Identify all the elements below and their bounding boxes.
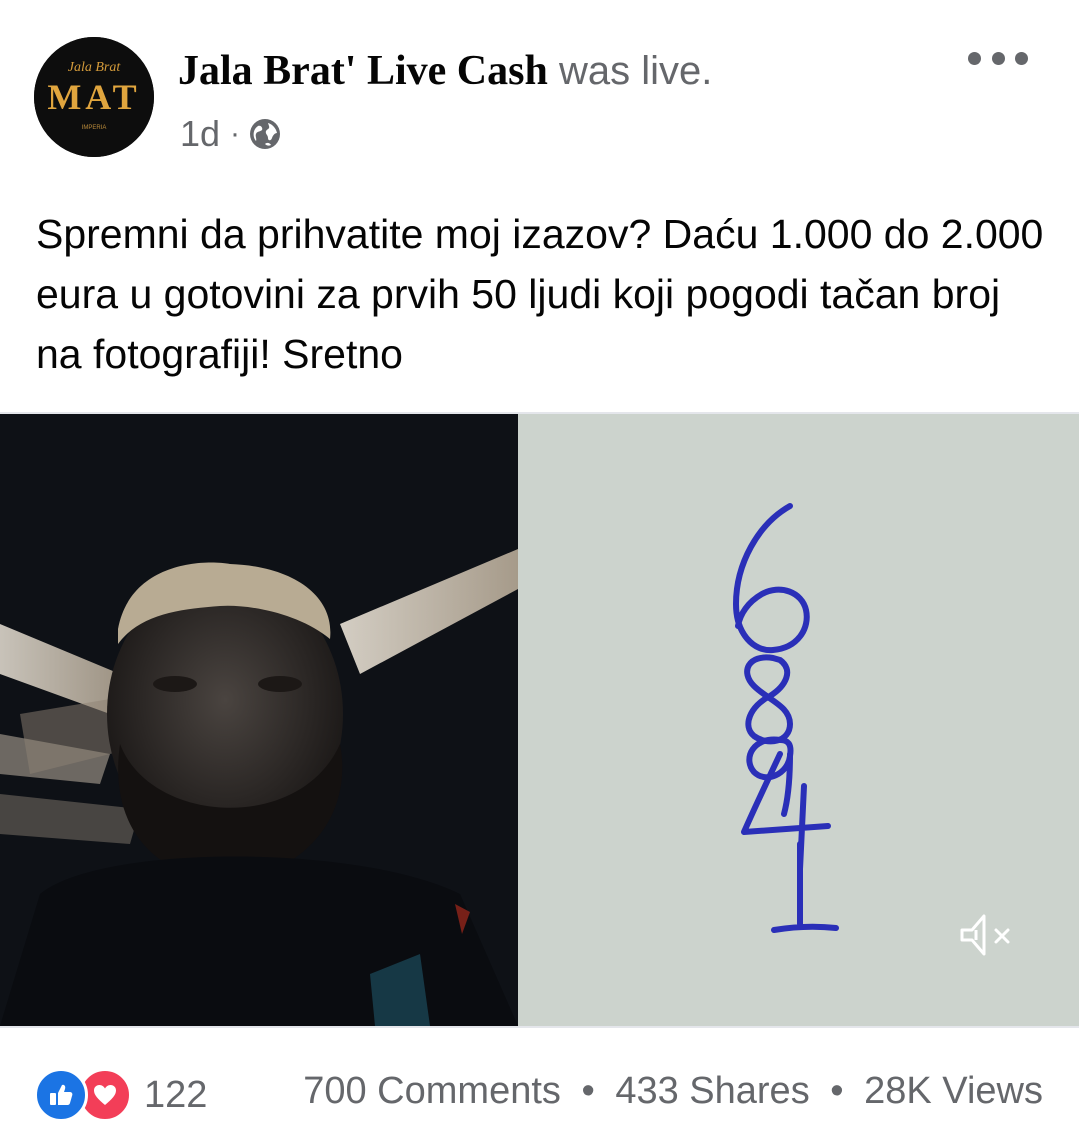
live-video[interactable] bbox=[0, 412, 1079, 1028]
avatar-small-text: IMPERIA bbox=[82, 125, 107, 131]
more-horizontal-icon-dot bbox=[991, 51, 1005, 65]
digit-1-stroke bbox=[771, 841, 839, 933]
video-frame-person bbox=[0, 414, 518, 1026]
more-horizontal-icon-dot bbox=[968, 51, 981, 65]
views-count: 28K Views bbox=[864, 1070, 1043, 1112]
author-line: Jala Brat' Live Cash was live. bbox=[178, 46, 712, 96]
post-stats: 122 700 Comments • 433 Shares • 28K View… bbox=[0, 1040, 1079, 1140]
digit-6-stroke bbox=[733, 503, 810, 654]
avatar-logo: Jala Brat MAT IMPERIA bbox=[34, 37, 154, 157]
person-video-still bbox=[0, 414, 518, 1026]
post-header: Jala Brat MAT IMPERIA Jala Brat' Live Ca… bbox=[0, 0, 1079, 180]
speaker-muted-icon[interactable] bbox=[954, 900, 1024, 970]
globe-icon[interactable] bbox=[248, 117, 282, 151]
post-text: Spremni da prihvatite moj izazov? Daću 1… bbox=[36, 211, 1044, 377]
more-horizontal-icon-dot bbox=[1015, 51, 1028, 65]
more-options-button[interactable] bbox=[968, 40, 1028, 76]
meta-separator: · bbox=[230, 117, 241, 150]
like-icon bbox=[34, 1068, 88, 1122]
engagement-counts: 700 Comments • 433 Shares • 28K Views bbox=[303, 1070, 1043, 1113]
stats-separator: • bbox=[830, 1070, 844, 1112]
shares-count[interactable]: 433 Shares bbox=[615, 1070, 809, 1112]
reactions-summary[interactable]: 122 bbox=[34, 1068, 207, 1122]
comments-count[interactable]: 700 Comments bbox=[303, 1070, 561, 1112]
author-status: was live. bbox=[558, 49, 713, 93]
avatar-logo-text: MAT bbox=[47, 77, 140, 117]
avatar-script-text: Jala Brat bbox=[68, 60, 122, 75]
author-name[interactable]: Jala Brat' Live Cash bbox=[178, 48, 548, 94]
reaction-count: 122 bbox=[144, 1073, 208, 1116]
post-meta: 1d · bbox=[180, 112, 282, 156]
digit-8-stroke bbox=[744, 654, 793, 745]
page-avatar[interactable]: Jala Brat MAT IMPERIA bbox=[34, 37, 154, 157]
stats-separator: • bbox=[581, 1070, 595, 1112]
post-time[interactable]: 1d bbox=[180, 113, 220, 155]
